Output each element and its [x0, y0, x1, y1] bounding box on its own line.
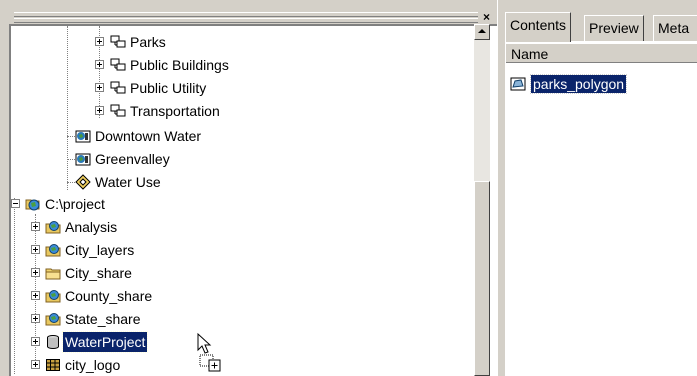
tree-node-label: State_share [65, 311, 141, 327]
tree-node-label: City_layers [65, 242, 135, 258]
map-document-icon [75, 153, 91, 166]
tree-node-label: Public Buildings [130, 57, 229, 73]
contents-list[interactable]: Name parks_polygon [505, 41, 697, 376]
layer-group-icon [110, 58, 126, 71]
map-document-icon [75, 130, 91, 143]
column-header-name[interactable]: Name [506, 43, 697, 63]
catalog-tree[interactable]: Parks Public Buildings Public Utility Tr… [9, 24, 497, 376]
tree-node-city-share[interactable]: City_share [11, 263, 471, 283]
tree-node-label: Public Utility [130, 80, 207, 96]
tree-node-label: Analysis [65, 219, 118, 235]
tree-node-transportation[interactable]: Transportation [11, 101, 471, 121]
expand-toggle[interactable] [31, 337, 40, 346]
tree-node-label: City_share [65, 265, 132, 281]
expand-toggle[interactable] [31, 314, 40, 323]
expand-toggle[interactable] [31, 291, 40, 300]
tree-node-city-layers[interactable]: City_layers [11, 240, 471, 260]
tree-node-label: WaterProject [61, 331, 149, 353]
pane-splitter[interactable] [497, 0, 505, 376]
expand-toggle[interactable] [31, 222, 40, 231]
vertical-scrollbar[interactable] [474, 24, 490, 376]
geodatabase-folder-icon [45, 290, 61, 303]
layer-group-icon [110, 104, 126, 117]
tree-node-analysis[interactable]: Analysis [11, 217, 471, 237]
expand-toggle[interactable] [95, 106, 104, 115]
tree-node-public-utility[interactable]: Public Utility [11, 78, 471, 98]
contents-pane: Contents Preview Meta Name parks_polygon [505, 0, 697, 376]
raster-grid-icon [46, 359, 60, 371]
pane-grip[interactable] [14, 12, 478, 23]
expand-toggle[interactable] [95, 37, 104, 46]
geodatabase-folder-icon [45, 313, 61, 326]
tree-node-label: County_share [65, 288, 153, 304]
tab-metadata[interactable]: Meta [653, 15, 697, 41]
tree-node-label: Parks [130, 34, 166, 50]
tree-node-label: Transportation [130, 103, 220, 119]
expand-toggle[interactable] [31, 360, 40, 369]
tree-node-waterproject[interactable]: WaterProject [11, 331, 471, 353]
catalog-tree-pane: × Parks Public Buildings Public Utility … [0, 0, 497, 376]
database-icon [47, 335, 59, 349]
tab-contents[interactable]: Contents [505, 12, 572, 42]
tree-node-label: C:\project [45, 196, 105, 212]
tree-node-parks[interactable]: Parks [11, 32, 471, 52]
expand-toggle[interactable] [95, 60, 104, 69]
expand-toggle[interactable] [31, 268, 40, 277]
tab-preview[interactable]: Preview [584, 15, 644, 41]
arccatalog-window: × Parks Public Buildings Public Utility … [0, 0, 697, 376]
tree-node-label: Water Use [95, 174, 161, 190]
polygon-feature-class-icon [510, 77, 526, 91]
close-pane-button[interactable]: × [483, 11, 490, 23]
scrollbar-thumb[interactable] [474, 181, 490, 376]
folder-icon [45, 268, 61, 280]
collapse-toggle[interactable] [11, 199, 20, 208]
tree-node-public-buildings[interactable]: Public Buildings [11, 55, 471, 75]
tree-node-downtown-water[interactable]: Downtown Water [11, 126, 471, 146]
tree-node-label: Greenvalley [95, 151, 170, 167]
expand-toggle[interactable] [31, 245, 40, 254]
geodatabase-folder-icon [45, 221, 61, 234]
expand-toggle[interactable] [95, 83, 104, 92]
layer-group-icon [110, 81, 126, 94]
tree-node-c-project[interactable]: C:\project [11, 194, 471, 214]
tree-node-city-logo[interactable]: city_logo [11, 355, 471, 375]
scroll-up-button[interactable] [474, 24, 490, 40]
tree-node-county-share[interactable]: County_share [11, 286, 471, 306]
layer-group-icon [110, 35, 126, 48]
tree-node-label: city_logo [65, 357, 121, 373]
tree-node-label: Downtown Water [95, 128, 202, 144]
drag-copy-cursor-icon [197, 332, 221, 372]
list-item-label: parks_polygon [529, 74, 628, 94]
geodatabase-folder-icon [45, 244, 61, 257]
diamond-layer-icon [75, 174, 91, 190]
tree-node-water-use[interactable]: Water Use [11, 172, 471, 192]
tree-node-greenvalley[interactable]: Greenvalley [11, 149, 471, 169]
tree-node-state-share[interactable]: State_share [11, 309, 471, 329]
folder-connection-icon [25, 199, 40, 211]
